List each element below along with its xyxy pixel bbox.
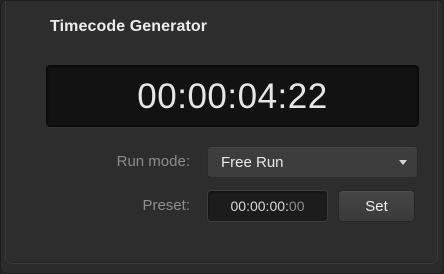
timecode-generator-panel: Timecode Generator 00:00:04:22 Run mode:…	[0, 0, 444, 274]
preset-value-frames: 00	[288, 198, 305, 214]
run-mode-selected-value: Free Run	[221, 154, 284, 171]
set-button[interactable]: Set	[338, 190, 415, 222]
run-mode-label: Run mode:	[116, 153, 190, 170]
preset-label: Preset:	[142, 197, 190, 214]
preset-value-main: 00:00:00:	[230, 198, 289, 214]
timecode-readout: 00:00:04:22	[137, 77, 328, 116]
panel-body: Timecode Generator 00:00:04:22 Run mode:…	[5, 1, 438, 264]
chevron-down-icon	[399, 160, 407, 165]
timecode-display: 00:00:04:22	[46, 65, 419, 127]
run-mode-dropdown[interactable]: Free Run	[207, 146, 418, 178]
preset-timecode-input[interactable]: 00:00:00: 00	[207, 190, 328, 222]
panel-title: Timecode Generator	[50, 18, 208, 35]
